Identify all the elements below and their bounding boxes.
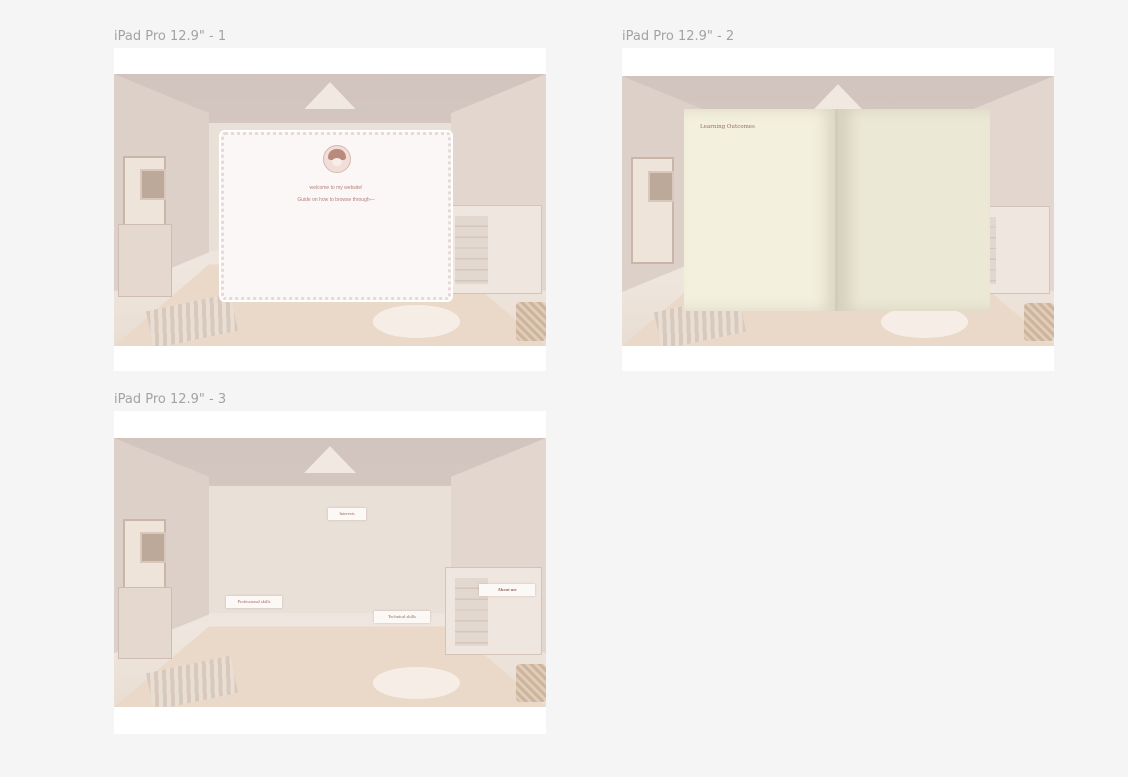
basket (515, 663, 546, 702)
basket (515, 302, 546, 341)
artboard-3[interactable]: Interests Professional skills Technical … (114, 411, 546, 734)
frame-label-2[interactable]: iPad Pro 12.9" - 2 (622, 29, 734, 44)
wall-picture (139, 532, 166, 564)
dresser (444, 204, 542, 294)
avatar-icon (323, 145, 351, 173)
room-illustration: welcome to my website! Guide on how to b… (114, 74, 546, 346)
rug (373, 666, 460, 699)
wall-picture (139, 169, 166, 201)
artboard-1[interactable]: welcome to my website! Guide on how to b… (114, 48, 546, 371)
rug (373, 305, 460, 338)
interests-button[interactable]: Interests (328, 508, 366, 520)
professional-skills-button[interactable]: Professional skills (226, 596, 282, 608)
welcome-dialog[interactable]: welcome to my website! Guide on how to b… (221, 132, 451, 300)
about-me-button[interactable]: About me (479, 584, 535, 596)
frame-label-3[interactable]: iPad Pro 12.9" - 3 (114, 392, 226, 407)
technical-skills-button[interactable]: Technical skills (374, 611, 430, 623)
book-heading: Learning Outcomes (700, 124, 755, 130)
artboard-2[interactable]: Learning Outcomes (622, 48, 1054, 371)
room-illustration (114, 438, 546, 707)
chair (118, 224, 173, 298)
guide-link[interactable]: Guide on how to browse through— (224, 197, 448, 203)
book-page-right[interactable] (838, 109, 990, 311)
book-page-left[interactable]: Learning Outcomes (684, 109, 836, 311)
open-book[interactable]: Learning Outcomes (684, 109, 990, 311)
welcome-text: welcome to my website! (309, 185, 363, 191)
frame-label-1[interactable]: iPad Pro 12.9" - 1 (114, 29, 226, 44)
dresser (444, 567, 542, 656)
basket (1023, 302, 1054, 341)
wall-picture (647, 170, 674, 202)
wall-back (209, 486, 451, 613)
chair (118, 586, 173, 659)
